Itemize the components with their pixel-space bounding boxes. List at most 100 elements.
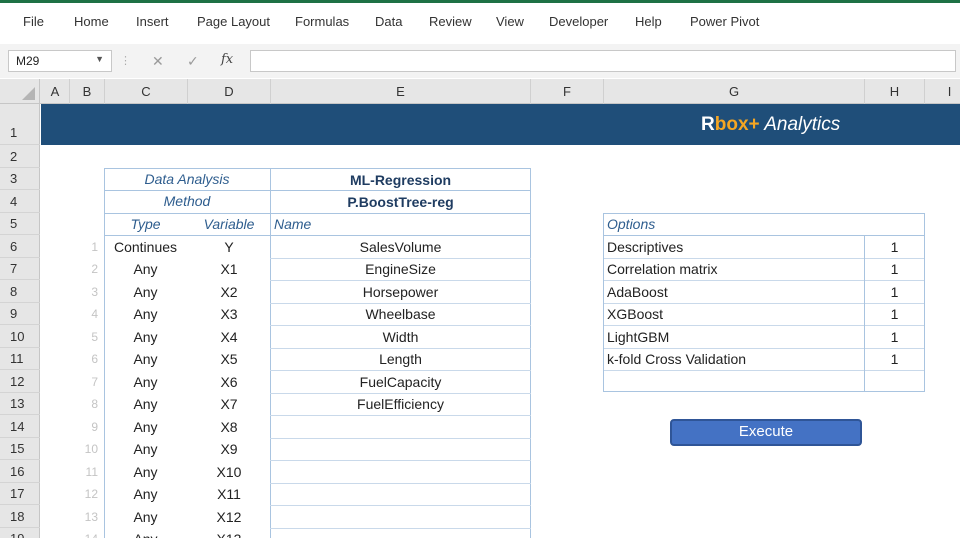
row-header[interactable]: 16 [0,460,40,483]
type-cell[interactable]: Any [104,303,187,325]
tab-page-layout[interactable]: Page Layout [197,14,270,29]
row-header[interactable]: 6 [0,235,40,258]
variable-cell[interactable]: X2 [188,281,270,303]
type-cell[interactable]: Any [104,371,187,393]
spreadsheet-grid[interactable]: A B C D E F G H I 1 2 3 4 5 6 7 8 9 10 1… [0,79,960,538]
type-cell[interactable]: Any [104,506,187,528]
variable-cell[interactable]: X10 [188,461,270,483]
tab-power-pivot[interactable]: Power Pivot [690,14,759,29]
insert-function-icon[interactable]: fx [221,52,233,67]
variable-cell[interactable]: X12 [188,506,270,528]
type-cell[interactable]: Any [104,326,187,348]
name-cell[interactable]: Wheelbase [270,303,531,325]
variable-cell[interactable]: X13 [188,528,270,538]
column-header-h[interactable]: H [865,79,925,104]
variable-cell[interactable]: X7 [188,393,270,415]
tab-formulas[interactable]: Formulas [295,14,349,29]
name-cell[interactable] [270,528,531,538]
name-cell[interactable]: Length [270,348,531,370]
enter-check-icon[interactable]: ✓ [187,53,199,70]
type-cell[interactable]: Continues [104,236,187,258]
formula-input[interactable] [250,50,956,72]
execute-button[interactable]: Execute [670,419,862,446]
row-header[interactable]: 15 [0,438,40,460]
name-cell[interactable]: FuelCapacity [270,371,531,393]
row-header[interactable]: 8 [0,280,40,303]
name-cell[interactable] [270,506,531,528]
type-cell[interactable]: Any [104,483,187,505]
tab-review[interactable]: Review [429,14,472,29]
variable-cell[interactable]: X1 [188,258,270,280]
row-header[interactable]: 5 [0,213,40,235]
row-header[interactable]: 12 [0,370,40,393]
select-all-corner[interactable] [0,79,40,104]
tab-insert[interactable]: Insert [136,14,169,29]
row-header[interactable]: 7 [0,258,40,280]
cancel-icon[interactable]: ✕ [152,53,164,70]
tab-help[interactable]: Help [635,14,662,29]
row-header[interactable]: 9 [0,303,40,325]
column-header-g[interactable]: G [604,79,865,104]
type-cell[interactable]: Any [104,528,187,538]
name-cell[interactable] [270,416,531,438]
row-header[interactable]: 17 [0,483,40,505]
option-value[interactable]: 1 [865,348,924,370]
column-header-d[interactable]: D [188,79,271,104]
option-value[interactable]: 1 [865,236,924,258]
column-header-i[interactable]: I [925,79,960,104]
row-header[interactable]: 18 [0,505,40,528]
variable-cell[interactable]: X4 [188,326,270,348]
type-cell[interactable]: Any [104,258,187,280]
type-cell[interactable]: Any [104,438,187,460]
tab-file[interactable]: File [23,14,44,29]
option-value[interactable]: 1 [865,303,924,325]
row-header[interactable]: 14 [0,415,40,438]
name-cell[interactable]: SalesVolume [270,236,531,258]
row-header[interactable]: 2 [0,145,40,168]
type-cell[interactable]: Any [104,416,187,438]
name-cell[interactable]: EngineSize [270,258,531,280]
name-cell[interactable]: Width [270,326,531,348]
variable-cell[interactable]: Y [188,236,270,258]
column-header-c[interactable]: C [105,79,188,104]
row-header[interactable]: 11 [0,348,40,370]
variable-cell[interactable]: X11 [188,483,270,505]
data-analysis-value[interactable]: ML-Regression [270,169,531,191]
option-value[interactable]: 1 [865,326,924,348]
name-cell[interactable] [270,483,531,505]
option-value[interactable] [865,370,924,392]
name-cell[interactable] [270,438,531,460]
type-cell[interactable]: Any [104,348,187,370]
variable-cell[interactable]: X6 [188,371,270,393]
variable-cell[interactable]: X9 [188,438,270,460]
variable-cell[interactable]: X5 [188,348,270,370]
tab-developer[interactable]: Developer [549,14,608,29]
tab-home[interactable]: Home [74,14,109,29]
option-value[interactable]: 1 [865,258,924,280]
row-header[interactable]: 13 [0,393,40,415]
variable-cell[interactable]: X8 [188,416,270,438]
column-header-f[interactable]: F [531,79,604,104]
type-cell[interactable]: Any [104,281,187,303]
option-label: AdaBoost [607,284,668,300]
column-header-b[interactable]: B [70,79,105,104]
column-header-a[interactable]: A [41,79,70,104]
type-cell[interactable]: Any [104,461,187,483]
option-value[interactable]: 1 [865,281,924,303]
variable-cell[interactable]: X3 [188,303,270,325]
name-box[interactable]: M29 ▼ [8,50,112,72]
method-value[interactable]: P.BoostTree-reg [270,191,531,213]
row-header[interactable]: 1 [0,104,40,145]
tab-view[interactable]: View [496,14,524,29]
column-header-e[interactable]: E [271,79,531,104]
row-header[interactable]: 10 [0,325,40,348]
name-cell[interactable]: FuelEfficiency [270,393,531,415]
row-header[interactable]: 3 [0,168,40,190]
type-cell[interactable]: Any [104,393,187,415]
row-header[interactable]: 4 [0,190,40,213]
name-cell[interactable]: Horsepower [270,281,531,303]
row-header[interactable]: 19 [0,528,40,538]
chevron-down-icon[interactable]: ▼ [95,54,104,64]
tab-data[interactable]: Data [375,14,402,29]
name-cell[interactable] [270,461,531,483]
